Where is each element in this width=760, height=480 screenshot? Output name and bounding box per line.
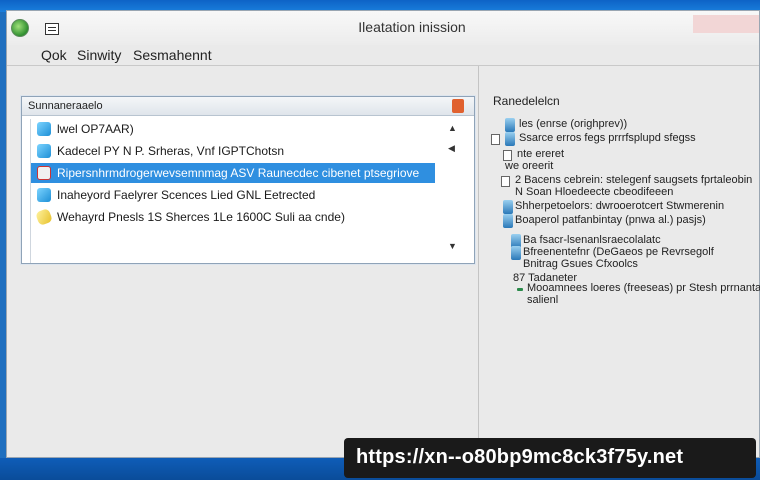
list-item-label: Inaheyord Faelyrer Scences Lied GNL Eetr…	[57, 188, 316, 202]
details-title: Ranedelelcn	[493, 94, 560, 108]
scroll-up-icon[interactable]: ▲	[448, 123, 457, 133]
list-header-label: Sunnaneraaelo	[28, 100, 103, 112]
detail-line: Boaperol patfanbintay (pnwa al.) pasjs)	[515, 214, 706, 226]
detail-line: nte ereret	[517, 148, 565, 160]
detail-line: les (enrse (orighprev))	[519, 118, 628, 130]
checkbox-icon[interactable]	[491, 134, 500, 145]
items-list-panel: Sunnaneraaelo lwel OP7AAR) Kadecel PY N …	[21, 96, 475, 264]
list-item-selected[interactable]: Ripersnhrmdrogerwevsemnmag ASV Raunecdec…	[31, 163, 435, 183]
app-window: Ileatation inission Qok Sinwity Sesmahen…	[6, 10, 760, 459]
list-item[interactable]: Kadecel PY N P. Srheras, Vnf IGPTChotsn	[31, 141, 435, 161]
window-controls[interactable]	[693, 15, 759, 33]
detail-line: salienl	[527, 294, 559, 306]
checkbox-icon[interactable]	[501, 176, 510, 187]
system-menu-icon[interactable]	[45, 23, 59, 35]
menu-item-quick[interactable]: Qok	[41, 47, 67, 63]
app-icon	[37, 122, 51, 136]
tag-icon	[35, 208, 53, 226]
list-body: lwel OP7AAR) Kadecel PY N P. Srheras, Vn…	[30, 119, 435, 263]
detail-line: Ssarce erros fegs prrrfsplupd sfegss	[519, 132, 696, 144]
document-icon	[37, 166, 51, 180]
list-item-label: Kadecel PY N P. Srheras, Vnf IGPTChotsn	[57, 144, 285, 158]
list-item-label: Ripersnhrmdrogerwevsemnmag ASV Raunecdec…	[57, 166, 420, 180]
list-item[interactable]: Inaheyord Faelyrer Scences Lied GNL Eetr…	[31, 185, 435, 205]
scroll-down-icon[interactable]: ▼	[448, 241, 457, 251]
detail-line: Ba fsacr-lsenanlsraecolalatc	[523, 234, 661, 246]
file-icon	[503, 214, 513, 228]
details-pane: Ranedelelcn les (enrse (orighprev)) Ssar…	[479, 66, 760, 459]
detail-line: Bfreenentefnr (DeGaeos pe Revrsegolf	[523, 246, 714, 258]
menu-item-security[interactable]: Sinwity	[77, 47, 121, 63]
list-item-label: lwel OP7AAR)	[57, 122, 134, 136]
url-watermark-text: https://xn--o80bp9mc8ck3f75y.net	[356, 446, 684, 468]
file-icon	[505, 118, 515, 132]
app-logo-icon	[11, 19, 29, 37]
bookmark-icon[interactable]	[452, 99, 464, 113]
menu-bar: Qok Sinwity Sesmahennt	[7, 45, 759, 67]
detail-line: 2 Bacens cebrein: stelegenf saugsets fpr…	[515, 174, 753, 186]
file-icon	[511, 246, 521, 260]
list-item-label: Wehayrd Pnesls 1S Sherces 1Le 1600C Suli…	[57, 210, 345, 224]
list-item[interactable]: Wehayrd Pnesls 1S Sherces 1Le 1600C Suli…	[31, 207, 435, 227]
file-icon	[503, 200, 513, 214]
scroll-arrow-icon[interactable]: ◀	[448, 143, 455, 154]
detail-line: Bnitrag Gsues Cfxoolcs	[523, 258, 638, 270]
list-header: Sunnaneraaelo	[22, 97, 474, 116]
left-pane: Sunnaneraaelo lwel OP7AAR) Kadecel PY N …	[7, 66, 479, 459]
url-watermark-banner: https://xn--o80bp9mc8ck3f75y.net	[344, 438, 756, 478]
menu-item-screenshot[interactable]: Sesmahennt	[133, 47, 212, 63]
detail-line: Shherpetoelors: dwrooerotcert Stwmerenin	[515, 200, 725, 212]
file-icon	[505, 132, 515, 146]
detail-line: N Soan Hloedeecte cbeodifeeen	[515, 186, 674, 198]
detail-line: Mooamnees loeres (freeseas) pr Stesh prr…	[527, 282, 760, 294]
list-item[interactable]: lwel OP7AAR)	[31, 119, 435, 139]
app-icon	[37, 188, 51, 202]
list-scrollbar[interactable]: ▲ ◀ ▼	[440, 119, 466, 259]
window-title: Ileatation inission	[358, 19, 466, 35]
status-indicator-icon	[517, 288, 523, 291]
detail-line: we oreerit	[505, 160, 554, 172]
app-icon	[37, 144, 51, 158]
title-bar[interactable]: Ileatation inission	[7, 11, 759, 45]
